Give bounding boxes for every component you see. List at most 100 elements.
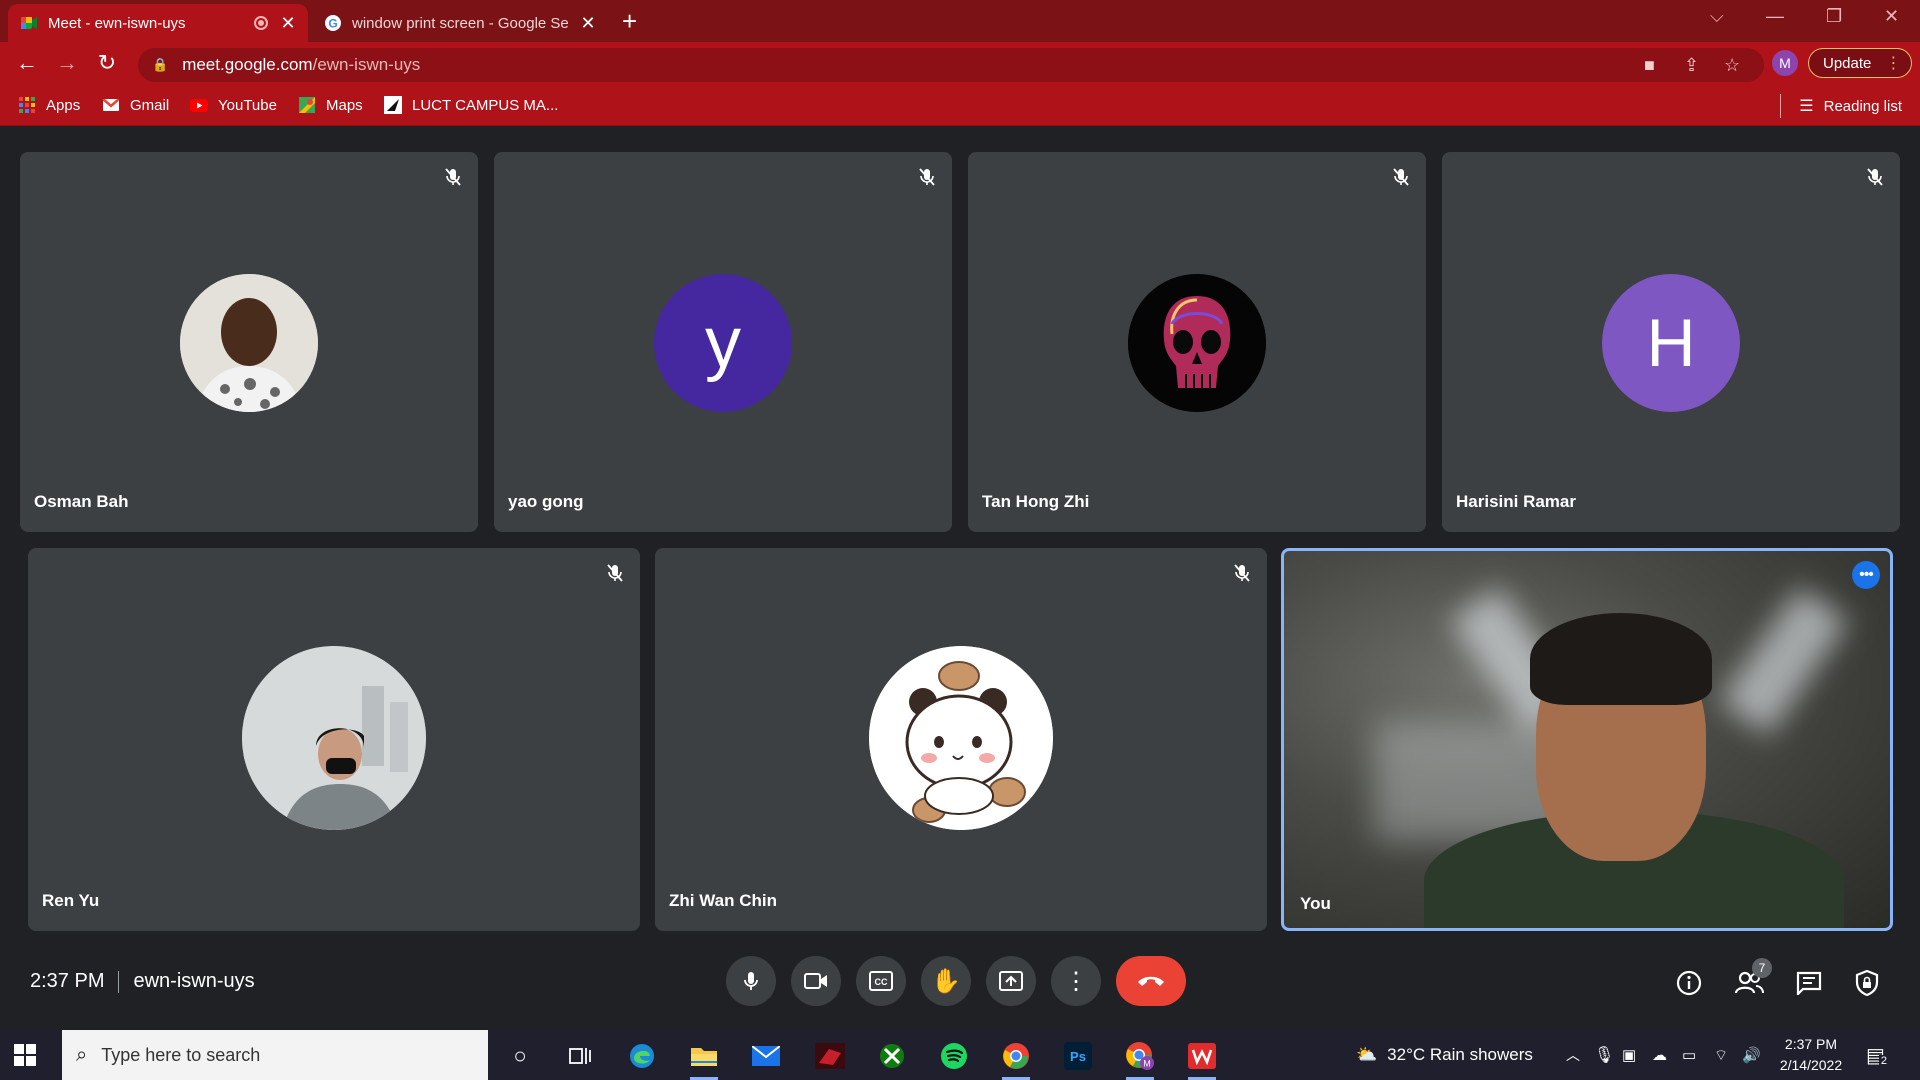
battery-icon[interactable]: ▭ — [1682, 1030, 1696, 1080]
file-explorer-icon[interactable] — [686, 1038, 722, 1080]
tab-google-search[interactable]: G window print screen - Google Se ✕ — [312, 4, 608, 42]
meeting-details-button[interactable] — [1674, 968, 1704, 998]
close-tab-icon[interactable]: ✕ — [580, 13, 596, 34]
game-app-icon[interactable] — [812, 1038, 848, 1074]
bookmark-label: Apps — [46, 96, 81, 114]
microphone-tray-icon[interactable]: 🎙 — [1594, 1030, 1614, 1080]
new-tab-button[interactable]: + — [622, 6, 637, 37]
onedrive-cloud-icon[interactable]: ☁ — [1652, 1030, 1667, 1080]
task-view-icon[interactable] — [562, 1038, 598, 1074]
tab-meet[interactable]: Meet - ewn-iswn-uys ✕ — [8, 4, 308, 42]
captions-button[interactable]: CC — [856, 956, 906, 1006]
camera-button[interactable] — [791, 956, 841, 1006]
bookmark-label: YouTube — [218, 96, 277, 114]
participant-tile-ren-yu[interactable]: Ren Yu — [28, 548, 640, 931]
chat-button[interactable] — [1794, 968, 1824, 998]
back-arrow-icon[interactable]: ← — [12, 50, 42, 76]
spotify-icon[interactable] — [936, 1038, 972, 1074]
people-button[interactable]: 7 — [1734, 958, 1772, 998]
raise-hand-button[interactable]: ✋ — [921, 956, 971, 1006]
close-window-icon[interactable]: ✕ — [1884, 6, 1899, 27]
chrome-icon[interactable] — [998, 1038, 1034, 1080]
minimize-window-icon[interactable]: — — [1766, 6, 1784, 27]
wps-office-icon[interactable] — [1184, 1038, 1220, 1080]
bookmark-youtube[interactable]: YouTube — [190, 96, 277, 114]
xbox-icon[interactable] — [874, 1038, 910, 1074]
clock-time: 2:37 PM — [1784, 1036, 1838, 1052]
svg-text:G: G — [328, 17, 337, 31]
microphone-icon — [744, 972, 758, 990]
wifi-icon[interactable]: ⌔ — [1714, 1030, 1728, 1080]
forward-arrow-icon[interactable]: → — [52, 50, 82, 76]
chat-icon — [1796, 971, 1822, 995]
chrome-profile-icon[interactable]: M — [1122, 1038, 1158, 1080]
clock-date: 2/14/2022 — [1779, 1057, 1843, 1073]
close-tab-icon[interactable]: ✕ — [280, 13, 296, 34]
restore-window-icon[interactable]: ❐ — [1826, 6, 1842, 27]
notifications-button[interactable]: ▤ 2 — [1866, 1030, 1895, 1080]
host-controls-button[interactable] — [1852, 968, 1882, 998]
meet-now-icon[interactable]: ▣ — [1622, 1030, 1636, 1080]
participant-tile-osman-bah[interactable]: Osman Bah — [20, 152, 478, 532]
share-icon[interactable]: ⇪ — [1684, 55, 1699, 76]
bookmark-luct[interactable]: LUCT CAMPUS MA... — [384, 96, 558, 114]
bookmarks-bar: Apps Gmail YouTube Maps LUCT CAMPUS MA..… — [0, 88, 1920, 126]
camera-in-use-icon[interactable]: ■ — [1644, 55, 1655, 76]
meeting-time: 2:37 PM — [30, 970, 105, 992]
gmail-icon — [102, 96, 120, 114]
windows-start-icon[interactable] — [14, 1044, 36, 1066]
meeting-code: ewn-iswn-uys — [133, 970, 255, 992]
system-clock[interactable]: 2:37 PM 2/14/2022 — [1776, 1034, 1846, 1076]
taskbar-search-box[interactable]: ⌕ Type here to search — [62, 1030, 488, 1080]
bookmark-label: Gmail — [130, 96, 170, 114]
bookmark-apps[interactable]: Apps — [18, 96, 80, 114]
mic-off-icon — [1864, 166, 1886, 188]
participant-tile-tan-hong-zhi[interactable]: Tan Hong Zhi — [968, 152, 1426, 532]
photoshop-icon[interactable]: Ps — [1060, 1038, 1096, 1074]
tab-search-chevron-icon[interactable]: ⌵ — [1710, 6, 1724, 27]
profile-avatar[interactable]: M — [1772, 50, 1798, 76]
luct-icon — [384, 96, 402, 114]
more-vert-icon: ⋮ — [1064, 967, 1088, 995]
weather-text: 32°C Rain showers — [1387, 1045, 1533, 1064]
mic-off-icon — [1390, 166, 1412, 188]
participant-name: Harisini Ramar — [1456, 492, 1576, 511]
leave-call-button[interactable] — [1116, 956, 1186, 1006]
bookmark-label: LUCT CAMPUS MA... — [412, 96, 559, 114]
update-button[interactable]: Update ⋮ — [1808, 48, 1912, 78]
volume-icon[interactable]: 🔊 — [1742, 1030, 1761, 1080]
weather-widget[interactable]: ⛅ 32°C Rain showers — [1356, 1030, 1533, 1080]
bookmark-star-icon[interactable]: ☆ — [1724, 55, 1740, 76]
youtube-icon — [190, 96, 208, 114]
svg-text:M: M — [1143, 1059, 1151, 1069]
address-bar[interactable]: 🔒 meet.google.com/ewn-iswn-uys ■ ⇪ ☆ — [138, 48, 1764, 82]
participant-tile-harisini-ramar[interactable]: H Harisini Ramar — [1442, 152, 1900, 532]
google-favicon-icon: G — [324, 14, 342, 32]
reading-list-button[interactable]: ☰ Reading list — [1799, 96, 1902, 116]
cortana-icon[interactable]: ○ — [502, 1038, 538, 1074]
url-domain: meet.google.com — [182, 55, 313, 74]
participant-tile-zhi-wan-chin[interactable]: Zhi Wan Chin — [655, 548, 1267, 931]
tab-title: window print screen - Google Se — [352, 14, 569, 32]
more-options-button[interactable]: ⋮ — [1051, 956, 1101, 1006]
mic-off-icon — [916, 166, 938, 188]
microphone-button[interactable] — [726, 956, 776, 1006]
participant-avatar-initial: y — [654, 274, 792, 412]
more-options-icon[interactable]: ••• — [1852, 561, 1880, 589]
present-screen-button[interactable] — [986, 956, 1036, 1006]
meet-favicon-icon — [20, 14, 38, 32]
reload-icon[interactable]: ↻ — [92, 50, 122, 76]
bookmarks-divider — [1780, 94, 1781, 118]
participant-name: yao gong — [508, 492, 584, 511]
bookmark-maps[interactable]: Maps — [298, 96, 363, 114]
show-hidden-icons-icon[interactable]: ︿ — [1566, 1030, 1580, 1080]
mail-icon[interactable] — [748, 1038, 784, 1074]
search-icon: ⌕ — [76, 1043, 88, 1066]
bookmark-label: Maps — [326, 96, 363, 114]
edge-browser-icon[interactable] — [624, 1038, 660, 1074]
participant-tile-yao-gong[interactable]: y yao gong — [494, 152, 952, 532]
lock-icon[interactable]: 🔒 — [152, 57, 168, 73]
bookmark-gmail[interactable]: Gmail — [102, 96, 169, 114]
self-video-tile[interactable]: ••• You — [1281, 548, 1893, 931]
hang-up-icon — [1138, 976, 1164, 986]
